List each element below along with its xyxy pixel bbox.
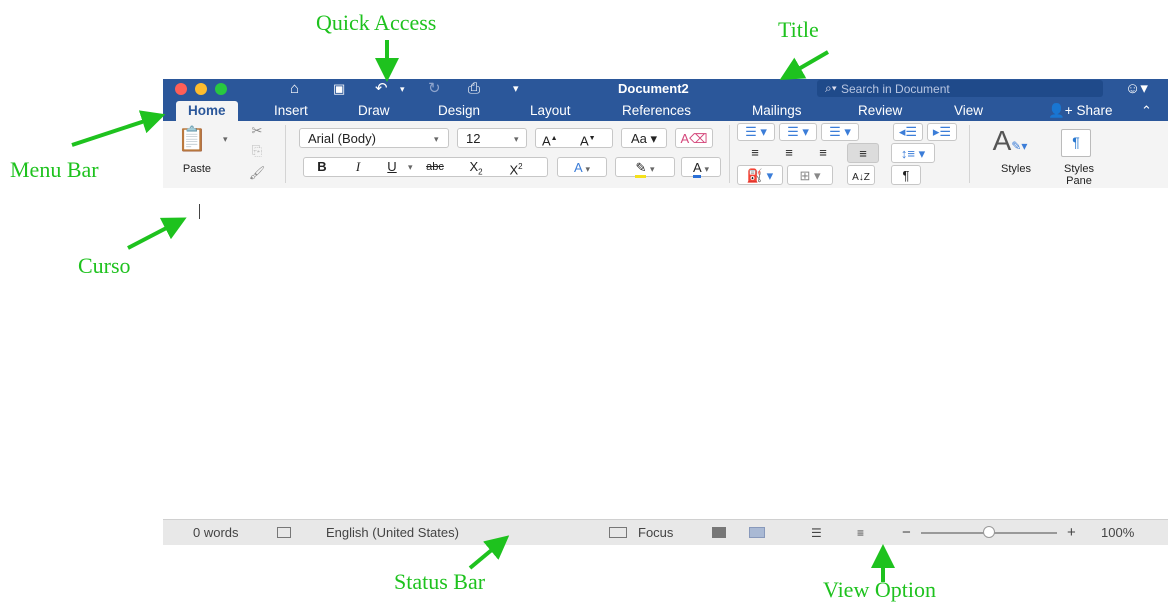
annotation-arrows [71,40,895,582]
title-arrow [779,50,830,81]
status-bar-arrow [468,535,510,570]
cursor-arrow [127,217,187,250]
menu-bar-arrow [71,110,166,147]
